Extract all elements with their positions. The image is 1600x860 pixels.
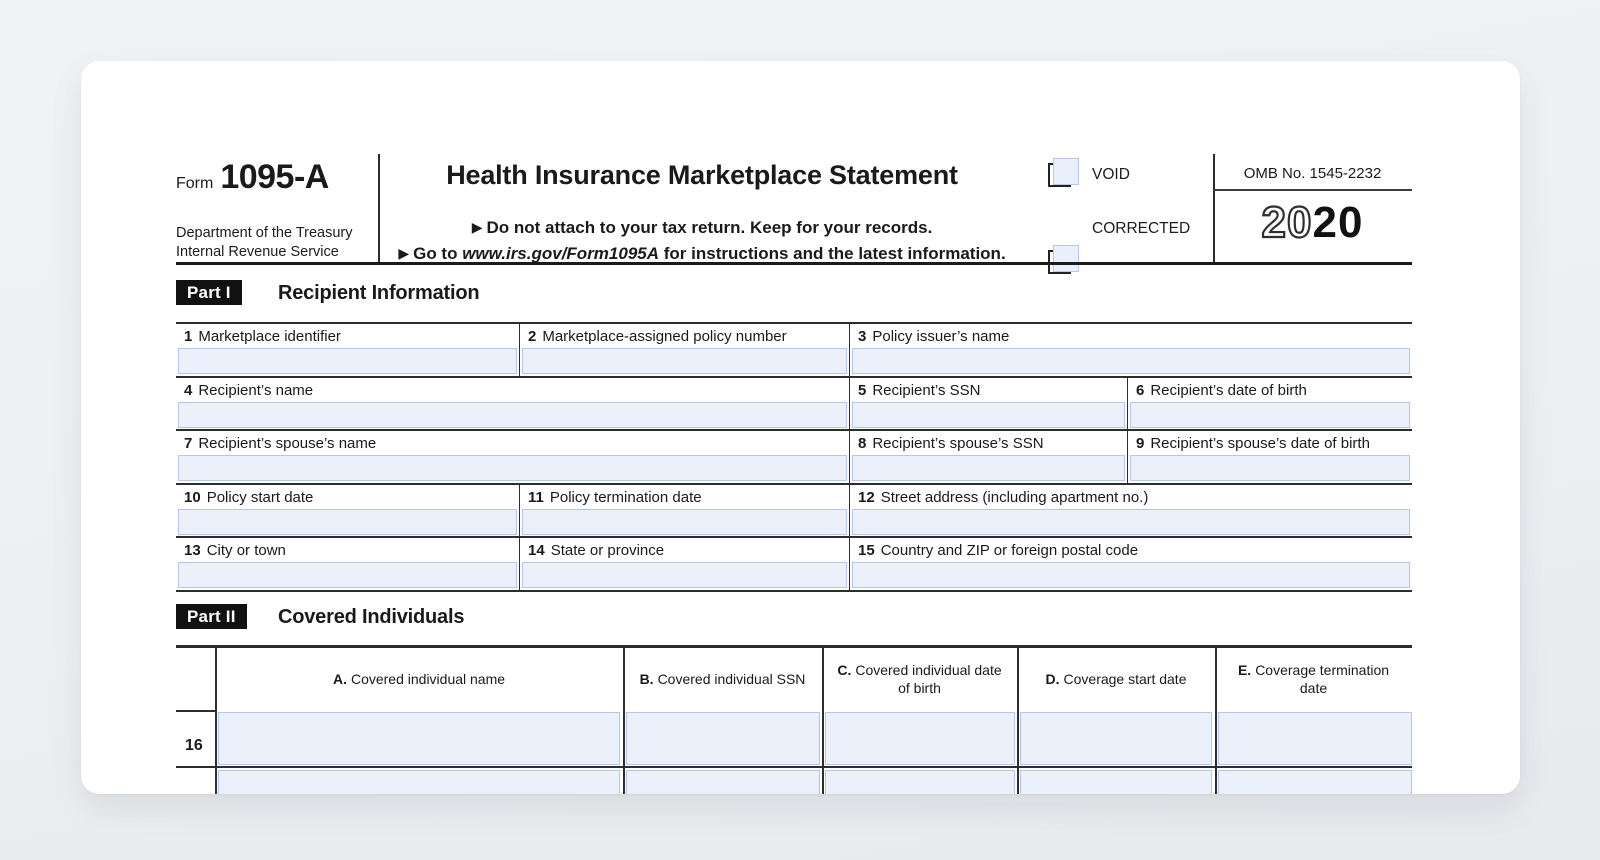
- department-lines: Department of the Treasury Internal Reve…: [176, 224, 353, 262]
- row16-name-input[interactable]: [218, 712, 620, 765]
- field-label: Marketplace identifier: [198, 328, 341, 345]
- page-background: Form 1095-A Department of the Treasury I…: [0, 0, 1600, 860]
- row17-dob-input[interactable]: [825, 770, 1015, 794]
- form-title: Health Insurance Marketplace Statement: [378, 160, 1026, 191]
- row16-ssn-input[interactable]: [626, 712, 820, 765]
- field-label: Recipient’s spouse’s SSN: [872, 435, 1043, 452]
- corrected-checkbox-field: [1053, 245, 1079, 272]
- field-label: Recipient’s spouse’s name: [198, 435, 376, 452]
- part2-header-col-d: D.Coverage start date: [1017, 647, 1215, 710]
- dept-line-2: Internal Revenue Service: [176, 243, 353, 262]
- form-word: Form: [176, 175, 213, 193]
- row17-ssn-input[interactable]: [626, 770, 820, 794]
- field-label: Policy termination date: [550, 489, 702, 506]
- form-number: 1095-A: [220, 158, 329, 197]
- corrected-label: CORRECTED: [1092, 220, 1190, 238]
- field-label: City or town: [207, 542, 286, 559]
- recipient-ssn-input[interactable]: [852, 402, 1125, 428]
- arrow-icon: ▶: [398, 245, 409, 261]
- row16-dob-input[interactable]: [825, 712, 1015, 765]
- field-label: Policy start date: [207, 489, 314, 506]
- policy-termination-date-input[interactable]: [522, 509, 847, 535]
- field-label: Street address (including apartment no.): [881, 489, 1149, 506]
- field-label: Recipient’s SSN: [872, 382, 980, 399]
- part1-row-5: 13City or town 14State or province 15Cou…: [176, 536, 1412, 590]
- instruction-2-suffix: for instructions and the latest informat…: [659, 244, 1006, 263]
- part2-header-col-e: E.Coverage termination date: [1215, 647, 1412, 710]
- country-zip-input[interactable]: [852, 562, 1410, 588]
- row16-coverage-start-input[interactable]: [1020, 712, 1212, 765]
- part2-header-col-b: B.Covered individual SSN: [623, 647, 822, 710]
- row17-coverage-termination-input[interactable]: [1218, 770, 1412, 794]
- row16-left-tick: [176, 710, 215, 712]
- part1-badge: Part I: [176, 280, 242, 305]
- part2-title: Covered Individuals: [278, 606, 464, 629]
- omb-number: OMB No. 1545-2232: [1213, 165, 1412, 182]
- irs-url: www.irs.gov/Form1095A: [462, 244, 659, 263]
- instruction-line-2: ▶Go to www.irs.gov/Form1095A for instruc…: [378, 244, 1026, 264]
- policy-number-input[interactable]: [522, 348, 847, 374]
- part2-header-rownum: [176, 647, 215, 710]
- part1-row-4: 10Policy start date 11Policy termination…: [176, 483, 1412, 537]
- year-outline-digits: 20: [1262, 198, 1313, 247]
- field-label: Recipient’s date of birth: [1150, 382, 1306, 399]
- instruction-2-prefix: Go to: [413, 244, 462, 263]
- part1-row-1: 1Marketplace identifier 2Marketplace-ass…: [176, 322, 1412, 376]
- marketplace-identifier-input[interactable]: [178, 348, 517, 374]
- row16-coverage-termination-input[interactable]: [1218, 712, 1412, 765]
- part2-header-col-c: C.Covered individual date of birth: [822, 647, 1017, 710]
- header-bottom-border: [176, 262, 1412, 265]
- form-1095a: Form 1095-A Department of the Treasury I…: [176, 152, 1412, 794]
- row-separator: [176, 766, 1412, 768]
- part1-row-3: 7Recipient’s spouse’s name 8Recipient’s …: [176, 429, 1412, 483]
- part2-badge: Part II: [176, 604, 247, 629]
- policy-start-date-input[interactable]: [178, 509, 517, 535]
- omb-underline: [1213, 189, 1412, 191]
- void-checkbox[interactable]: [1048, 158, 1082, 191]
- recipient-name-input[interactable]: [178, 402, 847, 428]
- row16-number: 16: [185, 737, 203, 755]
- field-label: State or province: [551, 542, 664, 559]
- void-label: VOID: [1092, 166, 1130, 184]
- field-label: Country and ZIP or foreign postal code: [881, 542, 1138, 559]
- arrow-icon: ▶: [472, 219, 483, 235]
- form-card: Form 1095-A Department of the Treasury I…: [81, 61, 1520, 794]
- field-label: Recipient’s spouse’s date of birth: [1150, 435, 1370, 452]
- spouse-dob-input[interactable]: [1130, 455, 1410, 481]
- part1-title: Recipient Information: [278, 282, 479, 305]
- void-checkbox-field: [1053, 158, 1079, 185]
- year-solid-digits: 20: [1313, 198, 1364, 247]
- recipient-dob-input[interactable]: [1130, 402, 1410, 428]
- state-input[interactable]: [522, 562, 847, 588]
- part2-header-col-a: A.Covered individual name: [215, 647, 623, 710]
- field-label: Marketplace-assigned policy number: [542, 328, 786, 345]
- field-label: Recipient’s name: [198, 382, 313, 399]
- city-input[interactable]: [178, 562, 517, 588]
- spouse-name-input[interactable]: [178, 455, 847, 481]
- spouse-ssn-input[interactable]: [852, 455, 1125, 481]
- instruction-1-text: Do not attach to your tax return. Keep f…: [486, 218, 932, 237]
- dept-line-1: Department of the Treasury: [176, 224, 353, 243]
- tax-year: 2020: [1213, 198, 1412, 248]
- policy-issuer-name-input[interactable]: [852, 348, 1410, 374]
- form-number-block: Form 1095-A: [176, 158, 329, 197]
- field-label: Policy issuer’s name: [872, 328, 1009, 345]
- part2-header-row: A.Covered individual name B.Covered indi…: [176, 647, 1412, 710]
- part1-bottom-border: [176, 590, 1412, 592]
- part1-row-2: 4Recipient’s name 5Recipient’s SSN 6Reci…: [176, 376, 1412, 430]
- row17-coverage-start-input[interactable]: [1020, 770, 1212, 794]
- street-address-input[interactable]: [852, 509, 1410, 535]
- instruction-line-1: ▶Do not attach to your tax return. Keep …: [378, 218, 1026, 238]
- row17-name-input[interactable]: [218, 770, 620, 794]
